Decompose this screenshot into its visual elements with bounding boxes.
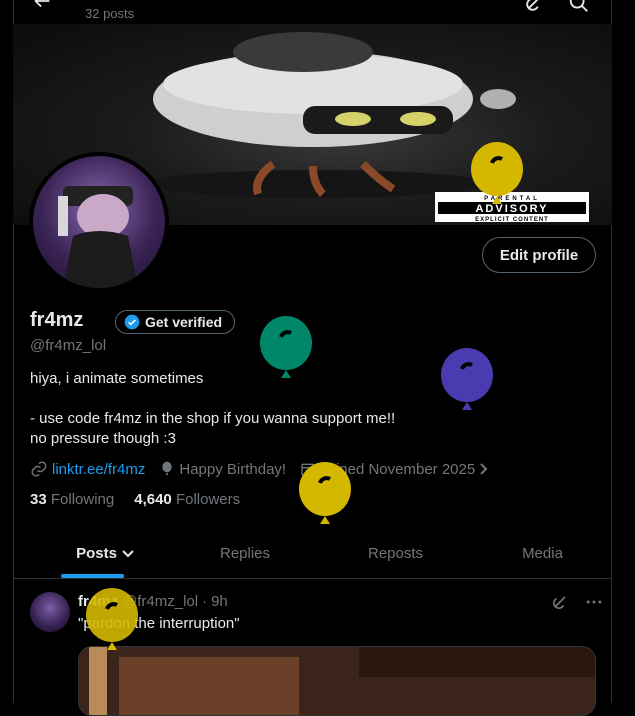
bio-line: no pressure though :3 bbox=[30, 430, 176, 447]
chevron-down-icon bbox=[122, 549, 134, 557]
top-bar: 32 posts bbox=[13, 0, 612, 24]
link-icon bbox=[31, 461, 47, 477]
birthday-balloon bbox=[260, 316, 312, 378]
profile-meta: linktr.ee/fr4mz Happy Birthday! Joined N… bbox=[30, 459, 503, 479]
profile-avatar[interactable] bbox=[29, 152, 169, 292]
following-label: Following bbox=[50, 491, 115, 508]
get-verified-label: Get verified bbox=[145, 314, 223, 330]
following-link[interactable]: 33 Following bbox=[30, 491, 114, 508]
follow-stats: 33 Following 4,640 Followers bbox=[30, 491, 240, 508]
grok-icon[interactable] bbox=[523, 0, 545, 14]
profile-link-item: linktr.ee/fr4mz bbox=[30, 460, 145, 478]
search-icon[interactable] bbox=[568, 0, 590, 14]
balloon-icon bbox=[162, 461, 173, 475]
birthday-text: Happy Birthday! bbox=[179, 460, 287, 478]
back-arrow-icon[interactable] bbox=[31, 0, 53, 12]
post-separator: · bbox=[202, 593, 208, 610]
tab-reposts-label: Reposts bbox=[367, 545, 424, 562]
verified-badge-icon bbox=[124, 314, 140, 330]
birthday-item: Happy Birthday! bbox=[159, 460, 286, 478]
birthday-balloon bbox=[441, 348, 493, 410]
following-count: 33 bbox=[30, 491, 47, 508]
more-icon[interactable] bbox=[584, 592, 604, 612]
display-name: fr4mz bbox=[30, 309, 84, 331]
profile-link[interactable]: linktr.ee/fr4mz bbox=[52, 461, 145, 478]
grok-icon[interactable] bbox=[550, 592, 570, 612]
tab-replies[interactable]: Replies bbox=[173, 529, 317, 578]
birthday-balloon bbox=[86, 588, 138, 650]
post-media-image bbox=[79, 647, 595, 715]
followers-label: Followers bbox=[175, 491, 241, 508]
post-time[interactable]: 9h bbox=[211, 593, 228, 610]
profile-tabs: Posts Replies Reposts Media bbox=[13, 529, 612, 579]
tab-media-label: Media bbox=[522, 545, 563, 562]
tab-reposts[interactable]: Reposts bbox=[323, 529, 468, 578]
followers-count: 4,640 bbox=[134, 491, 172, 508]
tab-posts-label: Posts bbox=[76, 545, 117, 562]
edit-profile-button[interactable]: Edit profile bbox=[482, 237, 596, 273]
avatar-image bbox=[58, 186, 138, 288]
chevron-right-icon[interactable] bbox=[479, 462, 489, 476]
birthday-balloon bbox=[471, 142, 523, 204]
post-actions bbox=[550, 592, 604, 612]
post-avatar[interactable] bbox=[30, 592, 70, 632]
tab-media[interactable]: Media bbox=[473, 529, 612, 578]
bio-line bbox=[30, 389, 590, 409]
bio-line: - use code fr4mz in the shop if you wann… bbox=[30, 410, 396, 427]
active-tab-indicator bbox=[61, 574, 124, 578]
profile-handle: @fr4mz_lol bbox=[30, 337, 107, 354]
get-verified-button[interactable]: Get verified bbox=[115, 310, 236, 334]
post-media[interactable] bbox=[78, 646, 596, 716]
advisory-line3: EXPLICIT CONTENT bbox=[475, 217, 549, 223]
tab-posts[interactable]: Posts bbox=[13, 529, 198, 578]
tab-replies-label: Replies bbox=[219, 545, 271, 562]
post-count: 32 posts bbox=[85, 6, 135, 21]
birthday-balloon bbox=[299, 462, 351, 524]
followers-link[interactable]: 4,640 Followers bbox=[134, 491, 240, 508]
